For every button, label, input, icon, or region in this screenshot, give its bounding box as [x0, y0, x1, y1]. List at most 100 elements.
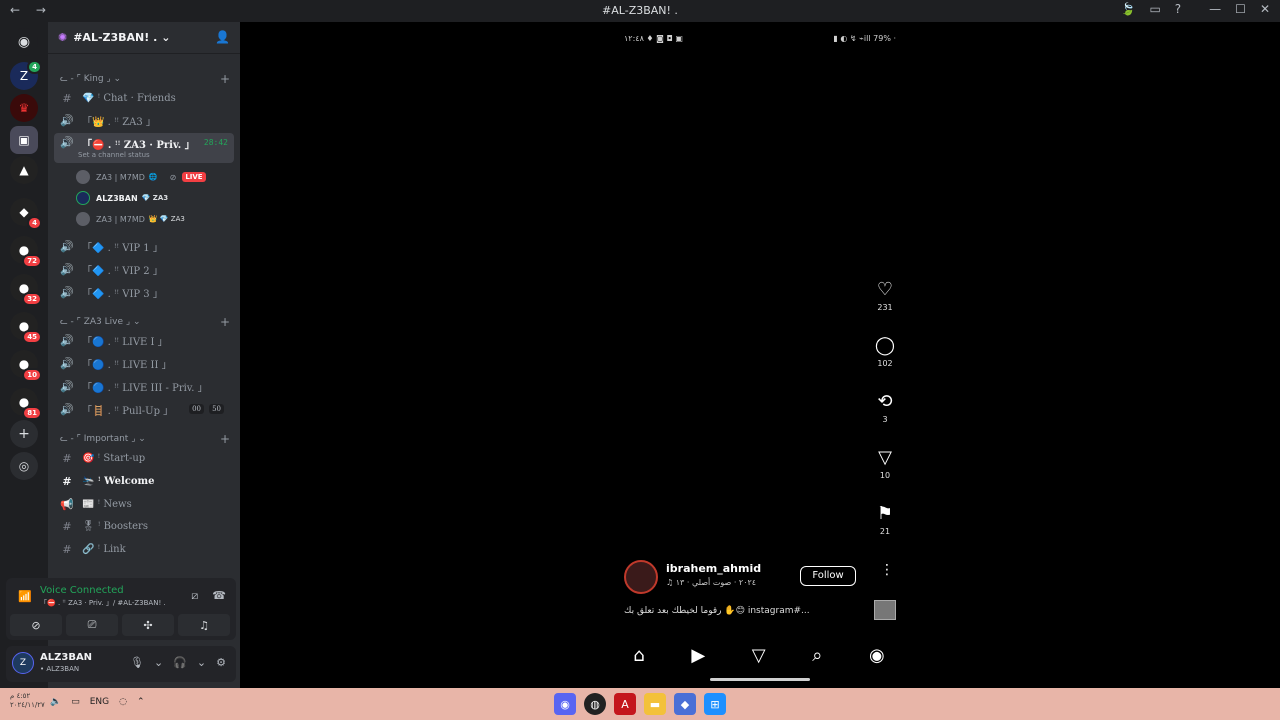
maximize-button[interactable]: ☐: [1235, 2, 1246, 16]
server-icon-3[interactable]: ▣: [10, 126, 38, 154]
app-icon[interactable]: ◆: [674, 693, 696, 715]
channel-vip3[interactable]: 🔊 「🔷 . ꜝꜝ VIP 3 」: [54, 282, 234, 302]
settings-gear-icon[interactable]: ⚙: [216, 656, 226, 669]
channel-chat-friends[interactable]: # 💎 ꜝ Chat · Friends: [54, 88, 234, 108]
user-limit: 50: [209, 404, 224, 414]
channel-vip1[interactable]: 🔊 「🔷 . ꜝꜝ VIP 1 」: [54, 236, 234, 256]
volume-icon[interactable]: 🔈: [50, 697, 61, 707]
voice-channel-path[interactable]: 「⛔ . ꜝꜝ ZA3 · Priv. 」/ #AL-Z3BAN! .: [40, 598, 166, 608]
like-action[interactable]: ♡ 231: [874, 280, 896, 313]
chevron-down-icon[interactable]: ⌄: [154, 656, 163, 669]
display-icon[interactable]: ▭: [71, 697, 80, 707]
category-king[interactable]: ᓚ - ⌜ King ⌟ ⌄ +: [60, 72, 230, 86]
server-folder-3[interactable]: ● 72: [10, 236, 42, 268]
add-member-icon[interactable]: 👤: [215, 30, 230, 44]
channel-link[interactable]: # 🔗 ꜝ Link: [54, 539, 234, 559]
repost-action[interactable]: ⟲ 3: [874, 392, 896, 425]
category-za3live[interactable]: ᓚ - ⌜ ZA3 Live ⌟ ⌄ +: [60, 315, 230, 329]
channel-za3-priv[interactable]: 🔊 「⛔ . ꜝꜝ ZA3 · Priv. 」 28:42 Set a channel…: [54, 133, 234, 163]
channel-live1[interactable]: 🔊 「🔵 . ꜝꜝ LIVE I 」: [54, 330, 234, 350]
add-channel-icon[interactable]: +: [220, 72, 230, 86]
channel-news[interactable]: 📢 📰 ꜝ News: [54, 494, 234, 514]
adobe-app-icon[interactable]: A: [614, 693, 636, 715]
channel-za3[interactable]: 🔊 「👑 . ꜝꜝ ZA3 」: [54, 110, 234, 130]
server-folder-5[interactable]: ● 45: [10, 312, 42, 344]
add-channel-icon[interactable]: +: [220, 432, 230, 446]
post-caption[interactable]: رقوما لخيطك بعد تعلق بك ✋😊 instagram#...: [624, 606, 810, 616]
language-indicator[interactable]: ENG: [90, 697, 109, 707]
discord-home-icon[interactable]: ◉: [10, 28, 38, 56]
inbox-icon[interactable]: ▭: [1149, 2, 1160, 16]
channel-status[interactable]: Set a channel status: [78, 151, 150, 159]
windows-start-icon[interactable]: ⊞: [704, 693, 726, 715]
minimize-button[interactable]: —: [1209, 2, 1221, 16]
avatar[interactable]: Z: [12, 652, 34, 674]
chevron-down-icon: ⌄: [161, 31, 171, 44]
guild-name: #AL-Z3BAN! .: [73, 31, 158, 44]
save-action[interactable]: ⚑ 21: [874, 504, 896, 537]
tray-chevron-icon[interactable]: ⌃: [137, 697, 145, 707]
windows-taskbar: ٤:٥٢ م ٢٠٢٤/١١/٢٧ 🔈 ▭ ENG ◌ ⌃ ◉ ◍ A ▬ ◆ ⊞: [0, 688, 1280, 720]
user-name[interactable]: ALZ3BAN: [40, 652, 92, 663]
share-action[interactable]: ▽ 10: [874, 448, 896, 481]
guild-header[interactable]: ✺ #AL-Z3BAN! . ⌄ 👤: [48, 22, 240, 54]
discover-icon[interactable]: ◎: [10, 452, 38, 480]
signal-icon[interactable]: 📶: [18, 590, 32, 603]
channel-pullup[interactable]: 🔊 「🪜 . ꜝꜝ Pull-Up 」 00 50: [54, 399, 234, 419]
voice-user-row[interactable]: ZA3 | M7MD 👑 💎 ZA3: [76, 210, 185, 228]
headphones-icon[interactable]: 🎧: [173, 656, 187, 669]
hashtag-icon: #: [62, 542, 72, 556]
add-channel-icon[interactable]: +: [220, 315, 230, 329]
voice-status[interactable]: Voice Connected: [40, 585, 124, 596]
reels-icon[interactable]: ▶: [691, 645, 705, 666]
search-icon[interactable]: ⌕: [812, 645, 822, 666]
wifi-icon[interactable]: ◌: [119, 697, 127, 707]
help-icon[interactable]: ?: [1175, 2, 1181, 16]
obs-app-icon[interactable]: ◍: [584, 693, 606, 715]
server-folder-6[interactable]: ● 10: [10, 350, 42, 382]
phone-stream[interactable]: ١٢:٤٨ ♦ ◙ ◘ ▣ ▮ ◐ ↯ ⌁ill 79% · ♡ 231 ◯ 102…: [610, 22, 908, 688]
post-username[interactable]: ibrahem_ahmid: [666, 562, 761, 575]
file-explorer-icon[interactable]: ▬: [644, 693, 666, 715]
chevron-down-icon[interactable]: ⌄: [197, 656, 206, 669]
profile-avatar[interactable]: ◉: [869, 645, 885, 666]
send-icon[interactable]: ▽: [752, 645, 766, 666]
leaf-icon[interactable]: 🍃: [1121, 2, 1136, 16]
microphone-icon[interactable]: 🎙: [130, 656, 144, 669]
channel-boosters[interactable]: # 🎖 ꜝ Boosters: [54, 516, 234, 536]
voice-user-row[interactable]: ALZ3BAN 💎 ZA3: [76, 189, 168, 207]
server-folder-1[interactable]: ▲: [10, 156, 38, 184]
close-button[interactable]: ✕: [1260, 2, 1270, 16]
post-audio[interactable]: ♫ ٢٠٢٤ · صوت أصلي · ١٣: [666, 578, 756, 587]
add-server-icon[interactable]: +: [10, 420, 38, 448]
server-icon-2[interactable]: ♛: [10, 94, 38, 122]
clock[interactable]: ٤:٥٢ م ٢٠٢٤/١١/٢٧: [10, 692, 45, 710]
channel-welcome[interactable]: # 🛬 ꜝ Welcome: [54, 471, 234, 491]
server-icon-z[interactable]: Z4: [10, 60, 42, 90]
discord-app-icon[interactable]: ◉: [554, 693, 576, 715]
live-badge: LIVE: [182, 172, 206, 182]
screen-share-button[interactable]: ⎚: [66, 614, 118, 636]
phone-status-right: ▮ ◐ ↯ ⌁ill 79% ·: [833, 34, 896, 43]
channel-vip2[interactable]: 🔊 「🔷 . ꜝꜝ VIP 2 」: [54, 259, 234, 279]
disconnect-icon[interactable]: ☎: [212, 589, 226, 603]
camera-button[interactable]: ⊘: [10, 614, 62, 636]
voice-user-row[interactable]: ZA3 | M7MD 🌐 ⊘ LIVE: [76, 168, 206, 186]
user-status: • ALZ3BAN: [40, 665, 80, 673]
avatar[interactable]: [624, 560, 658, 594]
soundboard-button[interactable]: ♫: [178, 614, 230, 636]
category-important[interactable]: ᓚ - ⌜ Important ⌟ ⌄ +: [60, 432, 230, 446]
home-icon[interactable]: ⌂: [633, 645, 644, 666]
audio-thumbnail[interactable]: [874, 600, 896, 620]
channel-live2[interactable]: 🔊 「🔵 . ꜝꜝ LIVE II 」: [54, 353, 234, 373]
server-folder-4[interactable]: ● 32: [10, 274, 42, 306]
channel-live3[interactable]: 🔊 「🔵 . ꜝꜝ LIVE III - Priv. 」: [54, 376, 234, 396]
follow-button[interactable]: Follow: [800, 566, 856, 586]
server-folder-2[interactable]: ◆ 4: [10, 198, 42, 230]
speaker-icon: 🔊: [60, 239, 74, 253]
server-folder-7[interactable]: ● 81: [10, 388, 42, 420]
channel-startup[interactable]: # 🎯 ꜝ Start-up: [54, 448, 234, 468]
activities-button[interactable]: ✣: [122, 614, 174, 636]
noise-suppression-icon[interactable]: ⧄: [191, 589, 198, 603]
comment-action[interactable]: ◯ 102: [874, 336, 896, 369]
